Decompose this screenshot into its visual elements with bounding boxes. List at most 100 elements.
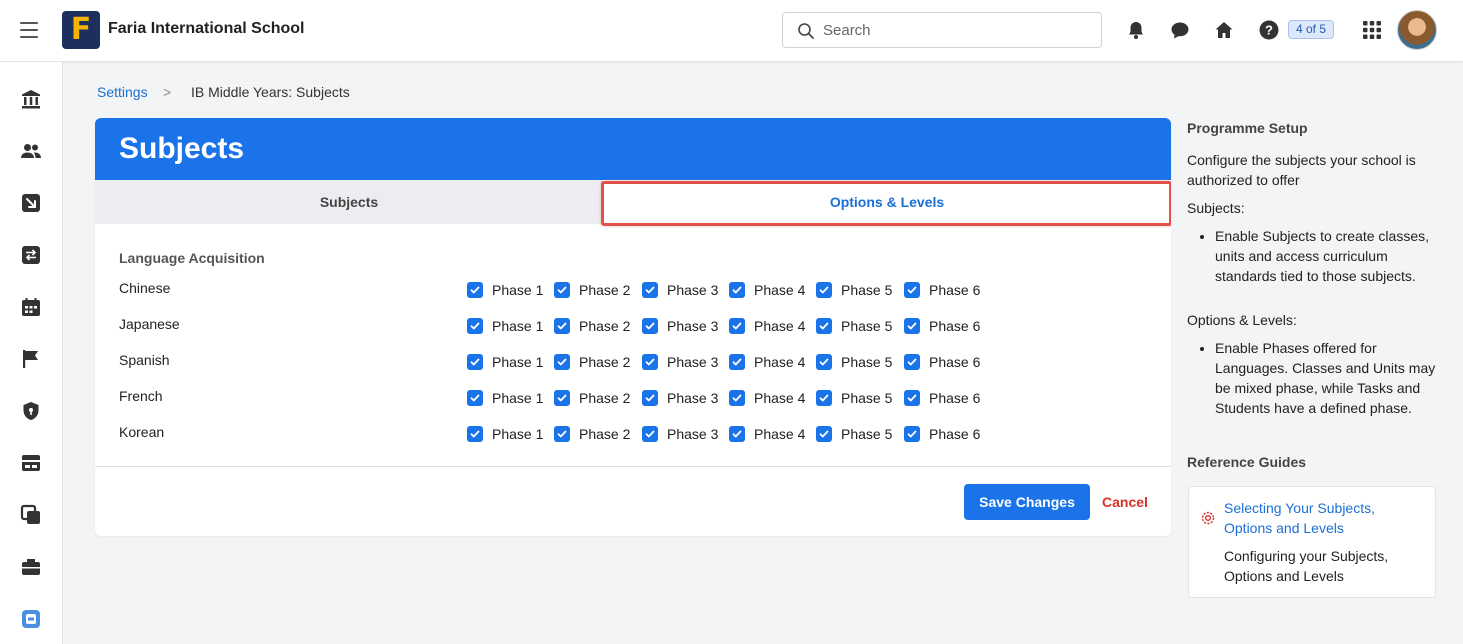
phase-label: Phase 3 xyxy=(667,318,719,334)
tab-options-levels[interactable]: Options & Levels xyxy=(603,180,1171,224)
checkbox-checked-icon[interactable] xyxy=(729,426,745,442)
phase-label: Phase 5 xyxy=(841,426,893,442)
phase-label: Phase 5 xyxy=(841,354,893,370)
language-row-french: French Phase 1 Phase 2 Phase 3 Phase 4 Phase … xyxy=(95,380,1171,416)
phase-checkbox-3[interactable]: Phase 3 xyxy=(642,424,718,444)
reference-guides-heading: Reference Guides xyxy=(1187,454,1307,470)
checkbox-checked-icon[interactable] xyxy=(816,354,832,370)
checkbox-checked-icon[interactable] xyxy=(554,390,570,406)
phase-checkbox-4[interactable]: Phase 4 xyxy=(729,388,805,408)
phase-checkbox-4[interactable]: Phase 4 xyxy=(729,316,805,336)
transfer-icon[interactable] xyxy=(20,244,42,266)
phase-checkbox-2[interactable]: Phase 2 xyxy=(554,316,630,336)
copy-icon[interactable] xyxy=(20,504,42,526)
checkbox-checked-icon[interactable] xyxy=(554,426,570,442)
checkbox-checked-icon[interactable] xyxy=(642,426,658,442)
calendar-icon[interactable] xyxy=(20,296,42,318)
institution-icon[interactable] xyxy=(20,88,42,110)
chat-icon[interactable] xyxy=(1169,19,1191,41)
checkbox-checked-icon[interactable] xyxy=(816,390,832,406)
checkbox-checked-icon[interactable] xyxy=(467,282,483,298)
checkbox-checked-icon[interactable] xyxy=(904,282,920,298)
cards-icon[interactable] xyxy=(20,452,42,474)
checkbox-checked-icon[interactable] xyxy=(642,390,658,406)
phase-checkbox-2[interactable]: Phase 2 xyxy=(554,424,630,444)
phase-checkbox-4[interactable]: Phase 4 xyxy=(729,280,805,300)
checkbox-checked-icon[interactable] xyxy=(467,390,483,406)
phase-checkbox-1[interactable]: Phase 1 xyxy=(467,388,543,408)
phase-checkbox-6[interactable]: Phase 6 xyxy=(904,280,980,300)
arrow-down-right-icon[interactable] xyxy=(20,192,42,214)
checkbox-checked-icon[interactable] xyxy=(554,354,570,370)
phase-label: Phase 5 xyxy=(841,282,893,298)
phase-checkbox-2[interactable]: Phase 2 xyxy=(554,352,630,372)
flag-icon[interactable] xyxy=(20,348,42,370)
checkbox-checked-icon[interactable] xyxy=(816,426,832,442)
phase-checkbox-5[interactable]: Phase 5 xyxy=(816,280,892,300)
shield-icon[interactable] xyxy=(20,400,42,422)
phase-checkbox-3[interactable]: Phase 3 xyxy=(642,280,718,300)
checkbox-checked-icon[interactable] xyxy=(554,318,570,334)
phase-checkbox-5[interactable]: Phase 5 xyxy=(816,316,892,336)
breadcrumb-settings[interactable]: Settings xyxy=(97,84,148,100)
checkbox-checked-icon[interactable] xyxy=(642,282,658,298)
checkbox-checked-icon[interactable] xyxy=(904,354,920,370)
checkbox-checked-icon[interactable] xyxy=(467,426,483,442)
people-icon[interactable] xyxy=(20,140,42,162)
phase-checkbox-5[interactable]: Phase 5 xyxy=(816,424,892,444)
logo-letter: F xyxy=(70,12,92,47)
phase-checkbox-6[interactable]: Phase 6 xyxy=(904,316,980,336)
user-avatar[interactable] xyxy=(1397,10,1437,50)
pager-badge[interactable]: 4 of 5 xyxy=(1288,20,1335,39)
phase-checkbox-1[interactable]: Phase 1 xyxy=(467,280,543,300)
phase-checkbox-5[interactable]: Phase 5 xyxy=(816,352,892,372)
checkbox-checked-icon[interactable] xyxy=(729,318,745,334)
phase-checkbox-4[interactable]: Phase 4 xyxy=(729,352,805,372)
reference-guide-link[interactable]: Selecting Your Subjects, Options and Lev… xyxy=(1224,498,1424,538)
cancel-button[interactable]: Cancel xyxy=(1102,484,1148,520)
checkbox-checked-icon[interactable] xyxy=(729,390,745,406)
tab-subjects[interactable]: Subjects xyxy=(95,180,603,224)
checkbox-checked-icon[interactable] xyxy=(467,318,483,334)
home-icon[interactable] xyxy=(1213,19,1235,41)
school-logo[interactable]: F xyxy=(62,11,100,49)
phase-checkbox-2[interactable]: Phase 2 xyxy=(554,388,630,408)
checkbox-checked-icon[interactable] xyxy=(729,282,745,298)
phase-checkbox-4[interactable]: Phase 4 xyxy=(729,424,805,444)
phase-checkbox-1[interactable]: Phase 1 xyxy=(467,352,543,372)
checkbox-checked-icon[interactable] xyxy=(816,318,832,334)
save-changes-button[interactable]: Save Changes xyxy=(964,484,1090,520)
phase-checkbox-1[interactable]: Phase 1 xyxy=(467,424,543,444)
checkbox-checked-icon[interactable] xyxy=(904,318,920,334)
checkbox-checked-icon[interactable] xyxy=(642,318,658,334)
phase-checkbox-5[interactable]: Phase 5 xyxy=(816,388,892,408)
reference-guide-card: Selecting Your Subjects, Options and Lev… xyxy=(1188,486,1436,598)
briefcase-icon[interactable] xyxy=(20,556,42,578)
phase-label: Phase 1 xyxy=(492,354,544,370)
checkbox-checked-icon[interactable] xyxy=(467,354,483,370)
checkbox-checked-icon[interactable] xyxy=(729,354,745,370)
school-name[interactable]: Faria International School xyxy=(108,20,304,38)
checkbox-checked-icon[interactable] xyxy=(816,282,832,298)
phase-label: Phase 2 xyxy=(579,282,631,298)
phase-checkbox-6[interactable]: Phase 6 xyxy=(904,352,980,372)
bell-icon[interactable] xyxy=(1125,19,1147,41)
checkbox-checked-icon[interactable] xyxy=(642,354,658,370)
app-badge-icon[interactable] xyxy=(20,608,42,630)
checkbox-checked-icon[interactable] xyxy=(554,282,570,298)
search-box[interactable] xyxy=(782,12,1102,48)
checkbox-checked-icon[interactable] xyxy=(904,426,920,442)
help-icon[interactable]: ? xyxy=(1258,19,1280,41)
apps-grid-icon[interactable] xyxy=(1361,19,1383,41)
phase-checkbox-3[interactable]: Phase 3 xyxy=(642,388,718,408)
phase-checkbox-3[interactable]: Phase 3 xyxy=(642,352,718,372)
phase-checkbox-2[interactable]: Phase 2 xyxy=(554,280,630,300)
menu-icon[interactable] xyxy=(20,22,38,38)
phase-checkbox-6[interactable]: Phase 6 xyxy=(904,424,980,444)
phase-checkbox-6[interactable]: Phase 6 xyxy=(904,388,980,408)
phase-checkbox-1[interactable]: Phase 1 xyxy=(467,316,543,336)
phase-checkbox-3[interactable]: Phase 3 xyxy=(642,316,718,336)
checkbox-checked-icon[interactable] xyxy=(904,390,920,406)
search-input[interactable] xyxy=(823,20,1083,40)
phase-label: Phase 1 xyxy=(492,390,544,406)
